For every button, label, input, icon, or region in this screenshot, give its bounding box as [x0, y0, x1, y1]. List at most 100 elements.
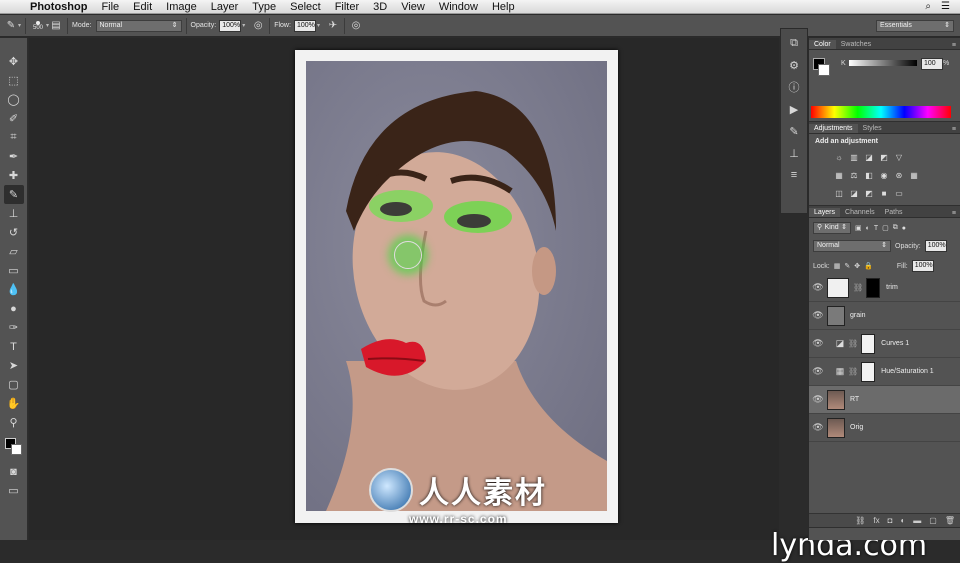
filter-toggle-icon[interactable]: ● — [902, 225, 906, 232]
threshold-icon[interactable]: ◩ — [863, 188, 875, 200]
layer-style-icon[interactable]: fx — [873, 516, 879, 525]
posterize-icon[interactable]: ◪ — [848, 188, 860, 200]
app-menu[interactable]: Photoshop — [30, 1, 87, 13]
crop-tool-icon[interactable]: ⌗ — [4, 128, 24, 147]
eye-icon[interactable]: 👁 — [809, 394, 827, 405]
quick-mask-icon[interactable]: ◙ — [4, 462, 24, 481]
brush-tool-preset-icon[interactable]: ✎ — [4, 19, 18, 33]
path-select-tool-icon[interactable]: ➤ — [4, 356, 24, 375]
filter-smart-object-icon[interactable]: ⧉ — [893, 224, 898, 232]
pressure-opacity-icon[interactable]: ◎ — [251, 19, 265, 33]
pen-tool-icon[interactable]: ✑ — [4, 318, 24, 337]
mode-select[interactable]: Normal ⇕ — [95, 19, 182, 32]
layer-row[interactable]: 👁 RT — [809, 386, 960, 414]
lock-image-icon[interactable]: ✎ — [844, 262, 850, 270]
selective-color-icon[interactable]: ■ — [878, 188, 890, 200]
trash-icon[interactable]: 🗑 — [945, 516, 955, 525]
k-slider[interactable] — [849, 60, 917, 66]
workspace-select[interactable]: Essentials ⇕ — [876, 19, 954, 32]
vibrance-icon[interactable]: ▽ — [893, 152, 905, 164]
menu-file[interactable]: File — [101, 1, 119, 13]
new-adjustment-layer-icon[interactable]: ◐ — [900, 516, 905, 525]
panel-menu-icon[interactable]: ≡ — [952, 126, 960, 133]
layer-filter-select[interactable]: ⚲ Kind ⇕ — [813, 222, 851, 234]
new-group-icon[interactable]: ▬ — [913, 516, 921, 525]
eyedropper-tool-icon[interactable]: ✒ — [4, 147, 24, 166]
menu-image[interactable]: Image — [166, 1, 197, 13]
hand-tool-icon[interactable]: ✋ — [4, 394, 24, 413]
black-white-icon[interactable]: ◧ — [863, 170, 875, 182]
shape-tool-icon[interactable]: ▢ — [4, 375, 24, 394]
eye-icon[interactable]: 👁 — [809, 338, 827, 349]
layer-opacity-input[interactable]: 100% — [924, 240, 947, 252]
type-tool-icon[interactable]: T — [4, 337, 24, 356]
lock-all-icon[interactable]: 🔒 — [864, 262, 873, 270]
properties-panel-icon[interactable]: ⚙ — [784, 57, 804, 73]
history-brush-tool-icon[interactable]: ↺ — [4, 223, 24, 242]
opacity-input[interactable]: 100% — [219, 19, 242, 32]
invert-icon[interactable]: ◫ — [833, 188, 845, 200]
tab-adjustments[interactable]: Adjustments — [809, 124, 858, 133]
brush-size-picker[interactable]: 500 — [30, 20, 46, 31]
clone-source-panel-icon[interactable]: ⊥ — [784, 145, 804, 161]
layer-mask-thumbnail[interactable] — [866, 277, 881, 298]
menu-edit[interactable]: Edit — [133, 1, 152, 13]
panel-menu-icon[interactable]: ≡ — [952, 210, 960, 217]
background-color-swatch[interactable] — [10, 444, 22, 455]
menu-type[interactable]: Type — [252, 1, 276, 13]
hue-saturation-icon[interactable]: ▦ — [833, 170, 845, 182]
menu-3d[interactable]: 3D — [373, 1, 387, 13]
clone-stamp-tool-icon[interactable]: ⊥ — [4, 204, 24, 223]
brightness-contrast-icon[interactable]: ☼ — [833, 152, 845, 164]
layer-row[interactable]: 👁 Orig — [809, 414, 960, 442]
info-panel-icon[interactable]: ⓘ — [784, 79, 804, 95]
layer-row[interactable]: 👁 ◪ ⛓ Curves 1 — [809, 330, 960, 358]
new-layer-icon[interactable]: ▢ — [929, 516, 937, 525]
lasso-tool-icon[interactable]: ◯ — [4, 90, 24, 109]
tab-channels[interactable]: Channels — [840, 208, 880, 217]
tab-color[interactable]: Color — [809, 40, 836, 49]
color-balance-icon[interactable]: ⚖ — [848, 170, 860, 182]
eye-icon[interactable]: 👁 — [809, 366, 827, 377]
chevron-down-icon[interactable]: ▾ — [242, 22, 245, 29]
screen-mode-icon[interactable]: ▭ — [4, 481, 24, 500]
pressure-size-icon[interactable]: ◎ — [349, 19, 363, 33]
link-layers-icon[interactable]: ⛓ — [855, 516, 865, 525]
menu-layer[interactable]: Layer — [211, 1, 239, 13]
panel-menu-icon[interactable]: ≡ — [952, 42, 960, 49]
zoom-tool-icon[interactable]: ⚲ — [4, 413, 24, 432]
brush-panel-icon[interactable]: ▤ — [49, 19, 63, 33]
layer-row[interactable]: 👁 ⛓ trim — [809, 274, 960, 302]
tab-layers[interactable]: Layers — [809, 208, 841, 217]
photo-filter-icon[interactable]: ◉ — [878, 170, 890, 182]
menu-help[interactable]: Help — [492, 1, 515, 13]
menu-filter[interactable]: Filter — [335, 1, 359, 13]
document-canvas[interactable]: 人人素材 www.rr-sc.com lynda.com — [29, 38, 927, 563]
k-input[interactable]: 100 — [921, 58, 943, 70]
character-panel-icon[interactable]: ≡ — [784, 167, 804, 183]
layer-row[interactable]: 👁 grain — [809, 302, 960, 330]
blend-mode-select[interactable]: Normal ⇕ — [813, 240, 891, 252]
eraser-tool-icon[interactable]: ▱ — [4, 242, 24, 261]
gradient-map-icon[interactable]: ▭ — [893, 188, 905, 200]
add-mask-icon[interactable]: ◘ — [888, 516, 893, 525]
brush-tool-icon[interactable]: ✎ — [3, 185, 24, 204]
spotlight-icon[interactable]: ⌕ — [925, 1, 931, 12]
history-panel-icon[interactable]: ⧉ — [784, 35, 804, 51]
chevron-down-icon[interactable]: ▾ — [317, 22, 320, 29]
fill-input[interactable]: 100% — [911, 260, 934, 272]
filter-type-icon[interactable]: T — [874, 225, 878, 232]
quick-select-tool-icon[interactable]: ✐ — [4, 109, 24, 128]
channel-mixer-icon[interactable]: ⊛ — [893, 170, 905, 182]
color-swatches[interactable] — [3, 436, 25, 458]
menu-window[interactable]: Window — [439, 1, 478, 13]
layer-row[interactable]: 👁 ▦ ⛓ Hue/Saturation 1 — [809, 358, 960, 386]
portrait-photo[interactable] — [306, 61, 607, 511]
tab-styles[interactable]: Styles — [858, 124, 887, 133]
exposure-icon[interactable]: ◩ — [878, 152, 890, 164]
dodge-tool-icon[interactable]: ● — [4, 299, 24, 318]
chevron-down-icon[interactable]: ▾ — [18, 22, 21, 29]
layer-mask-thumbnail[interactable] — [861, 361, 876, 382]
tab-swatches[interactable]: Swatches — [836, 40, 876, 49]
filter-adjustment-icon[interactable]: ◐ — [866, 225, 870, 232]
